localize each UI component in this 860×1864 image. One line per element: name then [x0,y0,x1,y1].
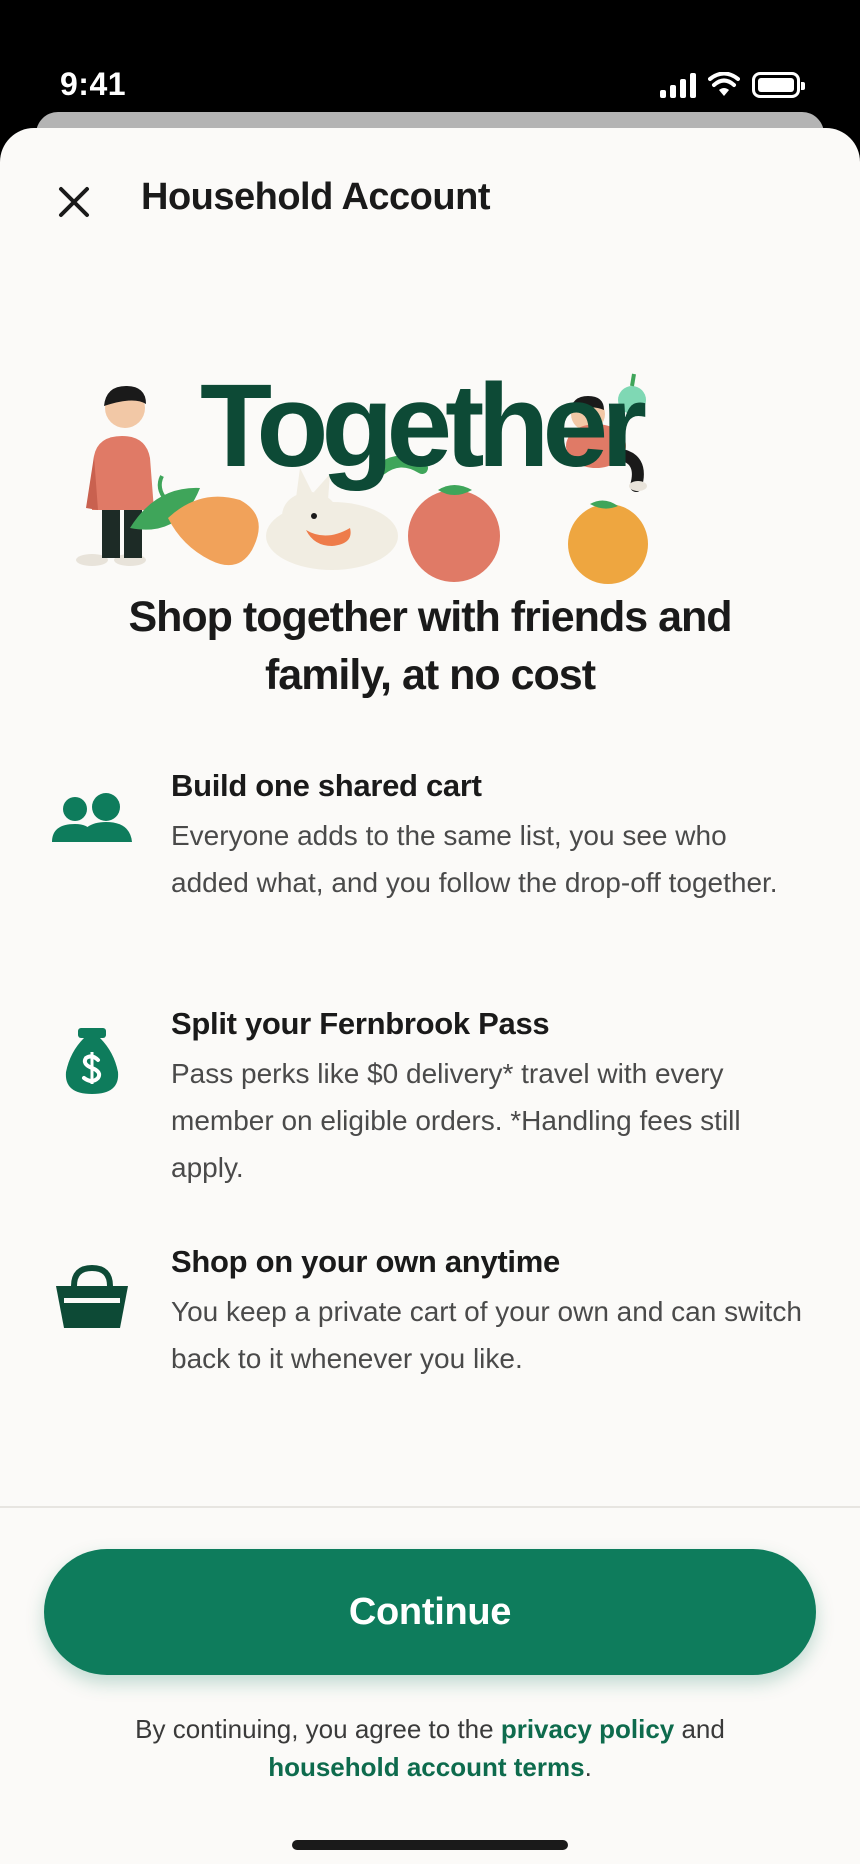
legal-prefix: By continuing, you agree to the [135,1714,501,1744]
legal-suffix: . [584,1752,592,1782]
feature-title: Shop on your own anytime [171,1244,560,1279]
hero-word: Together [200,360,647,492]
feature-description: Everyone adds to the same list, you see … [171,820,778,898]
continue-button-label: Continue [348,1590,512,1633]
close-icon [59,187,89,217]
status-time: 9:41 [60,66,127,102]
page-title: Household Account [141,176,490,218]
money-bag-icon [65,1028,119,1094]
feature-item: Split your Fernbrook Pass Pass perks lik… [0,1006,860,1183]
legal-text: By continuing, you agree to the privacy … [40,1710,820,1786]
feature-title: Split your Fernbrook Pass [171,1006,550,1041]
basket-icon [56,1264,128,1328]
home-indicator [292,1840,568,1850]
close-button[interactable] [50,178,98,226]
legal-middle: and [674,1714,725,1744]
signal-icon [660,72,696,98]
feature-item: Shop on your own anytime You keep a priv… [0,1244,860,1374]
nav-header: Household Account [0,128,860,268]
status-bar: 9:41 [0,0,860,115]
feature-item: Build one shared cart Everyone adds to t… [0,768,860,908]
privacy-policy-link[interactable]: privacy policy [501,1714,674,1744]
status-icons [660,72,805,98]
feature-description: You keep a private cart of your own and … [171,1296,802,1374]
wifi-icon [708,72,740,96]
continue-button[interactable]: Continue [44,1549,816,1675]
feature-title: Build one shared cart [171,768,482,803]
battery-icon [752,72,805,98]
footer-divider [0,1506,860,1508]
people-icon [52,793,132,842]
headline: Shop together with friends and family, a… [128,593,732,699]
feature-description: Pass perks like $0 delivery* travel with… [171,1058,741,1183]
household-account-sheet: Household Account Together Shop together… [0,128,860,1864]
household-terms-link[interactable]: household account terms [268,1752,584,1782]
